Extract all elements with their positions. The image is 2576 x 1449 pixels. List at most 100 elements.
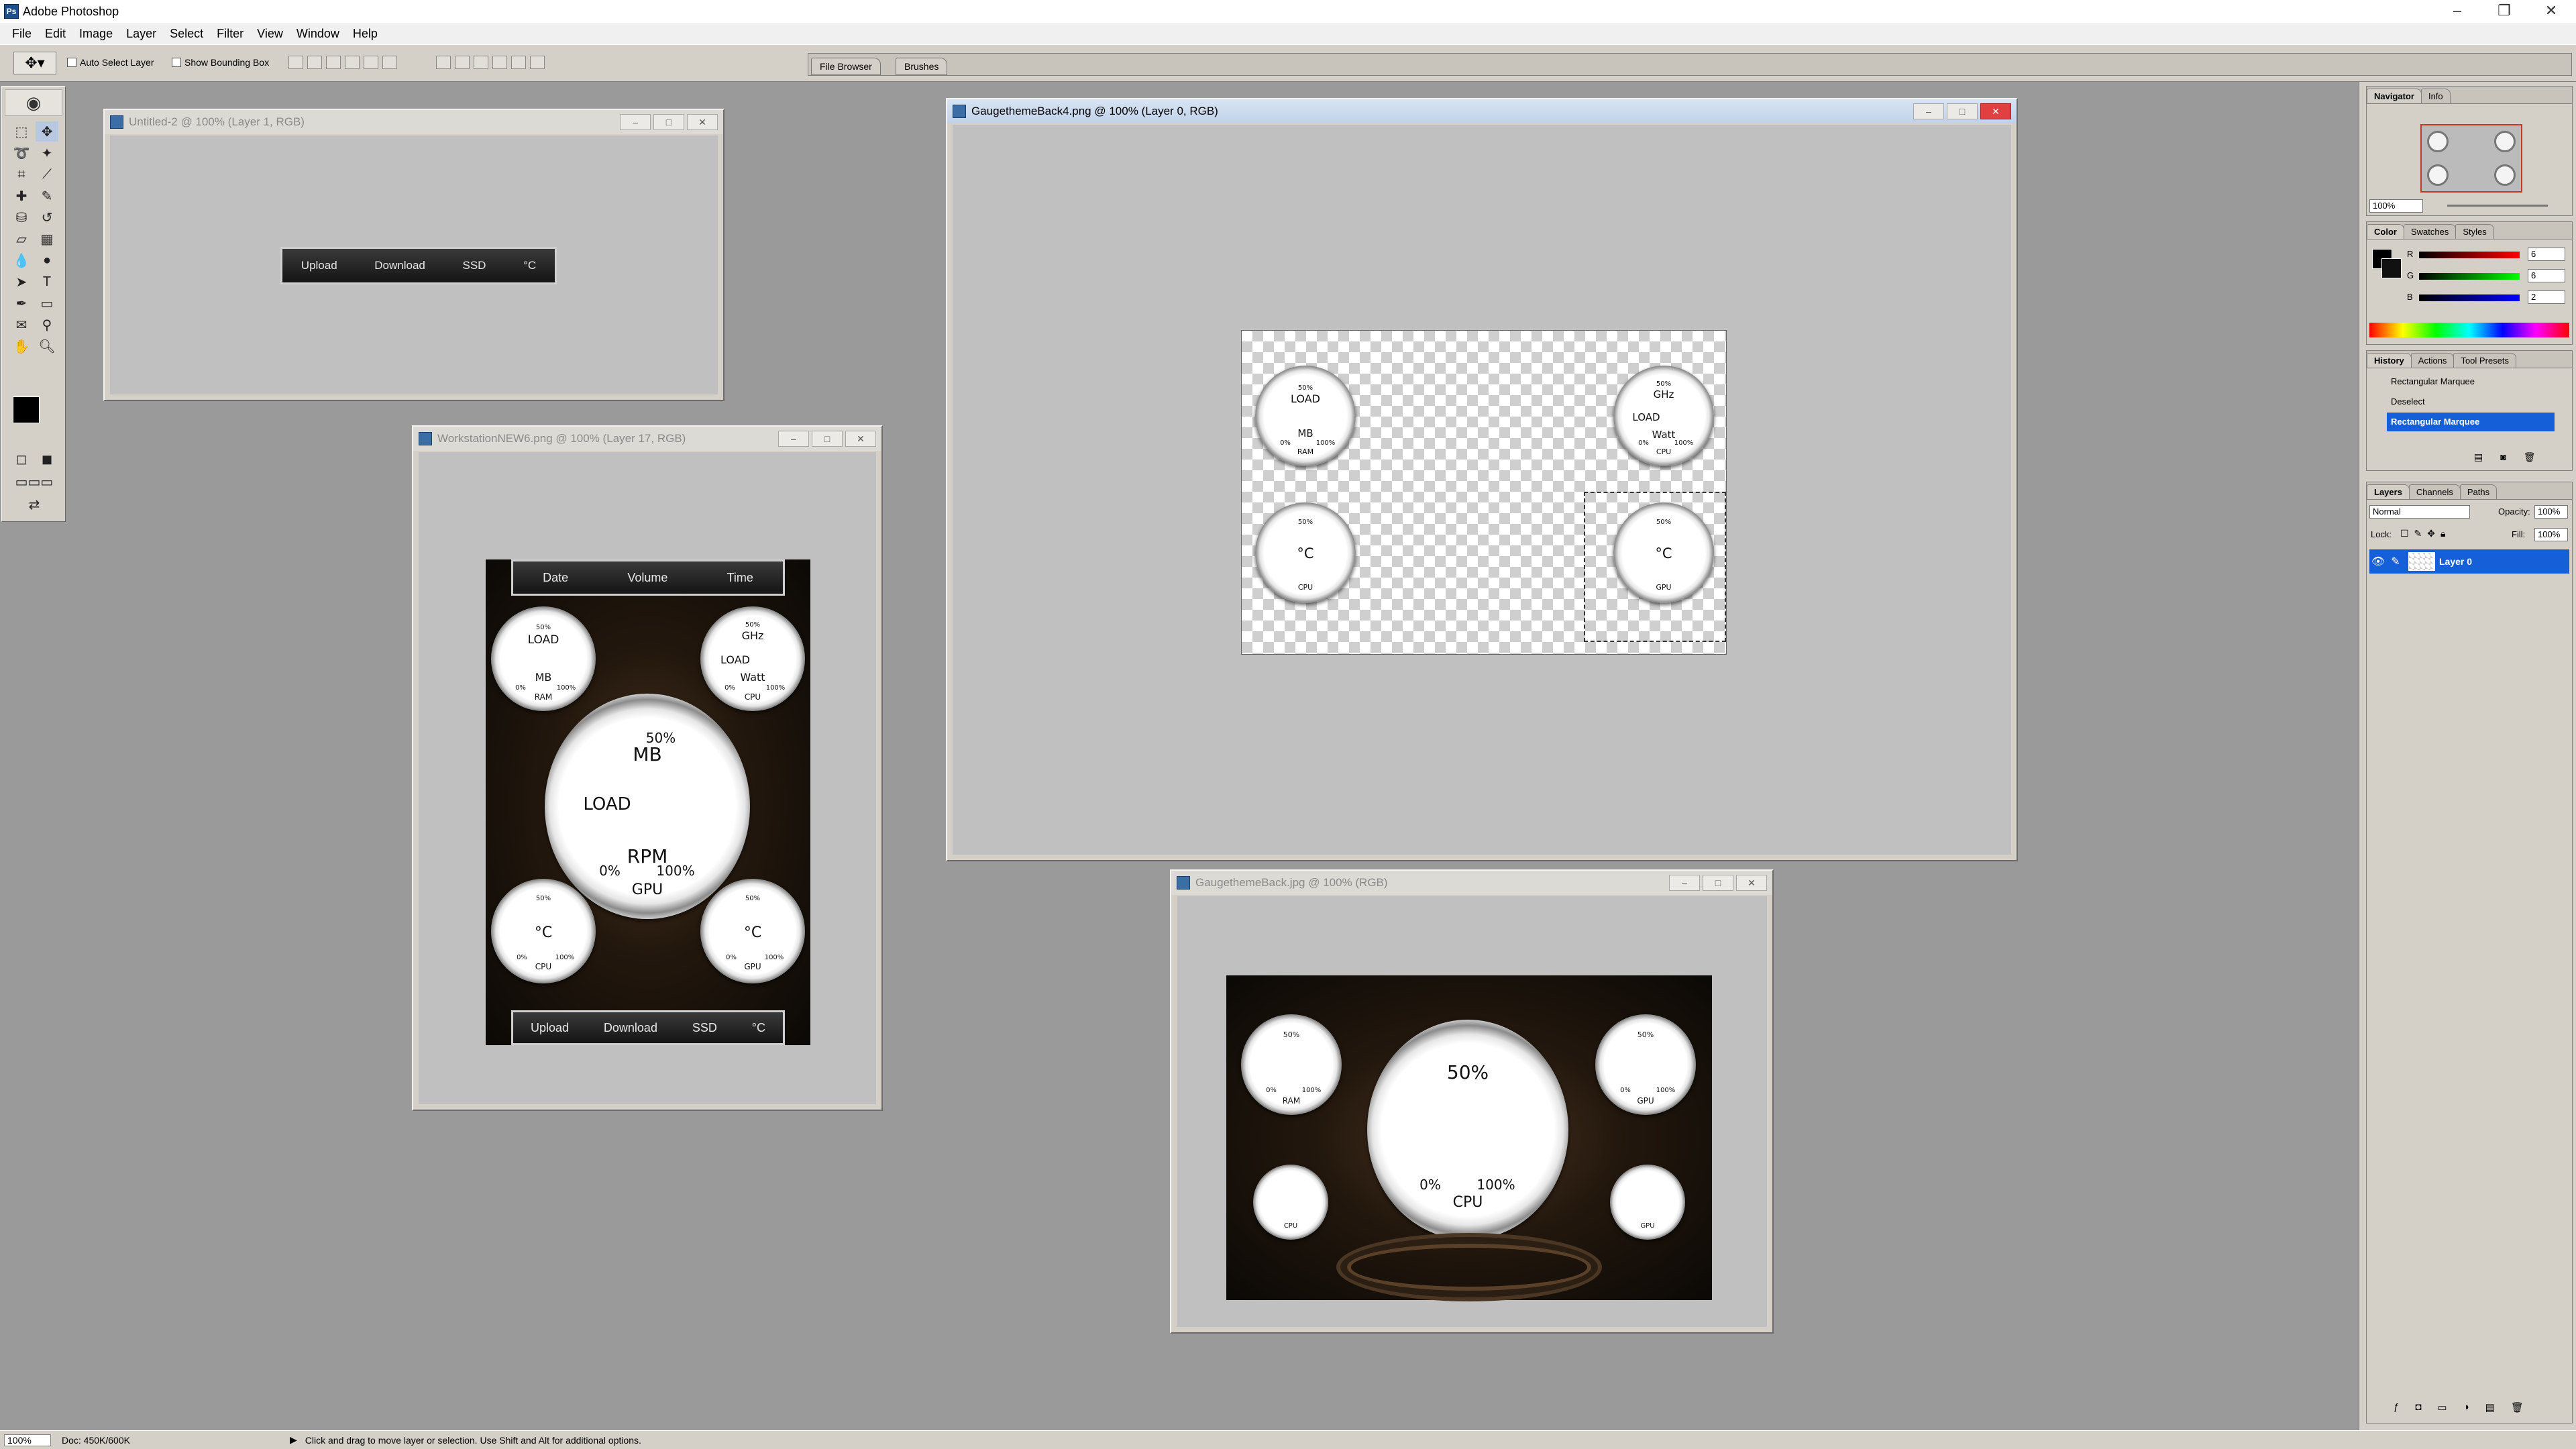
move-tool-preset-icon[interactable]: ✥▾ [13,52,56,74]
healing-brush-icon[interactable]: ✚ [10,186,33,206]
minimize-icon[interactable]: – [778,431,809,447]
standard-mode-icon[interactable]: ◻ [10,449,33,469]
move-tool-icon[interactable]: ✥ [36,121,58,142]
imageready-jump-icon[interactable]: ⇄ [6,494,62,515]
marquee-selection[interactable] [1584,492,1726,642]
menu-help[interactable]: Help [346,27,384,41]
status-zoom[interactable]: 100% [4,1434,51,1446]
menu-edit[interactable]: Edit [38,27,72,41]
pen-tool-icon[interactable]: ✒ [10,293,33,313]
maximize-icon[interactable]: □ [1947,103,1978,119]
green-field[interactable]: 6 [2528,269,2565,282]
menu-image[interactable]: Image [72,27,119,41]
green-slider[interactable] [2419,273,2520,280]
history-brush-icon[interactable]: ↺ [36,207,58,227]
dodge-tool-icon[interactable]: ● [36,250,58,270]
back4-canvas[interactable]: 50% LOAD MB 0% 100% RAM 50% GHz LOAD Wat… [953,125,2011,855]
opacity-field[interactable]: 100% [2534,505,2568,519]
hand-tool-icon[interactable]: ✋ [10,336,33,356]
menu-file[interactable]: File [5,27,38,41]
zoom-tool-icon[interactable]: 🔍︎ [36,336,58,356]
delete-layer-icon[interactable]: 🗑︎ [2511,1401,2524,1413]
new-document-icon[interactable]: ▤ [2474,451,2483,463]
align-left-icon[interactable] [345,56,360,69]
brush-link-icon[interactable]: ✎ [2387,555,2404,568]
eye-icon[interactable]: 👁︎ [2369,555,2387,568]
channels-tab[interactable]: Channels [2408,484,2461,499]
color-ramp[interactable] [2369,323,2569,337]
tool-presets-tab[interactable]: Tool Presets [2453,353,2516,368]
distribute-bottom-icon[interactable] [474,56,488,69]
auto-select-layer-checkbox[interactable]: Auto Select Layer [67,57,154,68]
align-bottom-icon[interactable] [326,56,341,69]
close-icon[interactable]: ✕ [845,431,876,447]
navigator-zoom-field[interactable]: 100% [2369,199,2423,213]
status-triangle-icon[interactable]: ▶ [290,1434,297,1446]
magic-wand-icon[interactable]: ✦ [36,143,58,163]
minimize-icon[interactable]: – [620,114,651,130]
status-doc-size[interactable]: Doc: 450K/600K [62,1435,263,1446]
notes-tool-icon[interactable]: ✉ [10,315,33,335]
back-canvas[interactable]: 50% 0% 100% RAM 50% 0% 100% GPU 50% 0% 1… [1177,896,1767,1327]
layer-row[interactable]: 👁︎ ✎ Layer 0 [2369,549,2569,574]
foreground-color-swatch[interactable] [13,396,40,423]
close-icon[interactable]: ✕ [687,114,718,130]
swatches-tab[interactable]: Swatches [2403,224,2457,239]
menu-layer[interactable]: Layer [119,27,163,41]
eraser-tool-icon[interactable]: ▱ [10,229,33,249]
type-tool-icon[interactable]: T [36,272,58,292]
file-browser-tab[interactable]: File Browser [811,58,881,75]
close-icon[interactable]: ✕ [1736,875,1767,891]
history-item[interactable]: Deselect [2391,392,2425,411]
align-top-icon[interactable] [288,56,303,69]
distribute-left-icon[interactable] [492,56,507,69]
align-right-icon[interactable] [382,56,397,69]
quick-mask-icon[interactable]: ◼ [36,449,58,469]
color-tab[interactable]: Color [2367,224,2404,239]
layers-tab[interactable]: Layers [2367,484,2410,499]
screen-mode-icons[interactable]: ▭▭▭ [6,472,62,492]
close-icon[interactable]: ✕ [2528,0,2575,23]
align-hcenter-icon[interactable] [364,56,378,69]
photoshop-eye-icon[interactable]: ◉ [5,89,62,116]
eyedropper-icon[interactable]: ⚲ [36,315,58,335]
adjustment-layer-icon[interactable]: ◑ [2463,1401,2469,1413]
back4-title-bar[interactable]: GaugethemeBack4.png @ 100% (Layer 0, RGB… [947,99,2017,123]
menu-select[interactable]: Select [163,27,210,41]
navigator-zoom-slider[interactable] [2447,205,2548,207]
marquee-tool-icon[interactable]: ⬚ [10,121,33,142]
actions-tab[interactable]: Actions [2410,353,2455,368]
navigator-tab[interactable]: Navigator [2367,89,2422,103]
workstation-canvas[interactable]: Date Volume Time 50% LOAD MB 0% 100% RAM… [419,452,876,1104]
maximize-icon[interactable]: □ [1703,875,1733,891]
history-tab[interactable]: History [2367,353,2412,368]
brushes-tab[interactable]: Brushes [896,58,948,75]
path-select-icon[interactable]: ➤ [10,272,33,292]
info-tab[interactable]: Info [2420,89,2451,103]
color-bg-swatch[interactable] [2381,258,2402,278]
new-layer-icon[interactable]: ▤ [2485,1401,2495,1413]
menu-window[interactable]: Window [290,27,346,41]
show-bounding-box-checkbox[interactable]: Show Bounding Box [172,57,269,68]
distribute-top-icon[interactable] [436,56,451,69]
untitled-canvas[interactable]: Upload Download SSD °C [110,136,718,394]
history-item[interactable]: Rectangular Marquee [2391,372,2475,391]
styles-tab[interactable]: Styles [2455,224,2494,239]
layer-set-icon[interactable]: ▭ [2437,1401,2447,1413]
blue-slider[interactable] [2419,294,2520,301]
distribute-right-icon[interactable] [530,56,545,69]
slice-tool-icon[interactable]: ⟋ [36,164,58,184]
minimize-icon[interactable]: – [1669,875,1700,891]
minimize-icon[interactable]: – [2434,0,2481,23]
stamp-tool-icon[interactable]: ⛁ [10,207,33,227]
navigator-thumbnail[interactable] [2420,124,2522,193]
restore-icon[interactable]: ❐ [2481,0,2528,23]
fill-field[interactable]: 100% [2534,528,2568,541]
lasso-tool-icon[interactable]: ➰ [10,143,33,163]
snapshot-icon[interactable]: ◙ [2500,451,2506,463]
maximize-icon[interactable]: □ [653,114,684,130]
menu-view[interactable]: View [250,27,290,41]
blend-mode-select[interactable]: Normal [2369,505,2470,519]
lock-icons[interactable]: ☐✎✥🔒︎ [2400,528,2451,539]
maximize-icon[interactable]: □ [812,431,843,447]
